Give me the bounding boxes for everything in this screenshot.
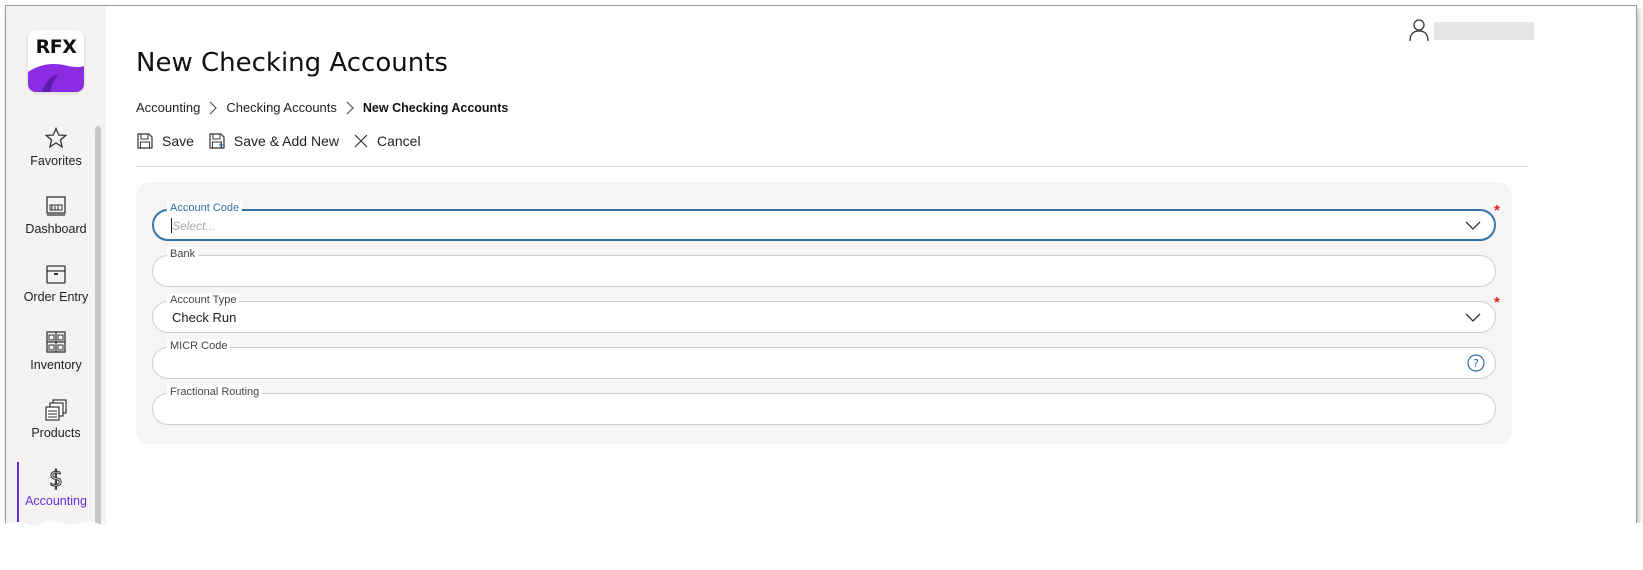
user-menu[interactable] (1406, 16, 1536, 44)
account-code-select[interactable]: Account Code Select... (152, 201, 1496, 241)
account-type-value: Check Run (172, 310, 237, 325)
toolbar-divider (136, 166, 1528, 167)
required-marker: * (1494, 202, 1500, 219)
sidebar-item-favorites[interactable]: Favorites (6, 126, 106, 190)
save-add-new-button[interactable]: Save & Add New (208, 132, 339, 150)
toolbar: Save Save & Add New Cancel (136, 132, 421, 150)
cancel-label: Cancel (376, 133, 421, 149)
sidebar-item-label: Products (31, 426, 81, 440)
sidebar-item-label: Inventory (30, 358, 82, 372)
breadcrumb-link-accounting[interactable]: Accounting (136, 100, 200, 115)
sidebar-item-products[interactable]: Products (6, 398, 106, 462)
shelves-icon (46, 331, 66, 353)
bank-label: Bank (167, 247, 199, 261)
star-icon (44, 126, 68, 149)
save-button[interactable]: Save (136, 132, 194, 150)
chevron-down-icon[interactable] (1465, 310, 1481, 324)
torn-edge (0, 519, 1643, 570)
save-icon (137, 133, 153, 149)
save-label: Save (162, 133, 194, 149)
svg-text:$: $ (49, 467, 63, 490)
logo-swoosh-icon (28, 64, 84, 92)
chevron-right-icon (346, 101, 354, 114)
fractional-routing-label: Fractional Routing (167, 385, 263, 399)
form-panel: Account Code Select... * Bank Account Ty… (136, 182, 1512, 444)
save-add-icon (209, 133, 225, 149)
breadcrumb: Accounting Checking Accounts New Checkin… (136, 100, 508, 115)
micr-code-label: MICR Code (167, 339, 231, 353)
save-add-new-label: Save & Add New (233, 133, 339, 149)
sidebar: RFX Favorites Dashboard Order Entry Inve… (6, 6, 106, 554)
breadcrumb-current: New Checking Accounts (362, 100, 509, 115)
sidebar-item-label: Favorites (30, 154, 82, 168)
app-window: RFX Favorites Dashboard Order Entry Inve… (6, 6, 1636, 554)
cancel-button[interactable]: Cancel (353, 133, 421, 149)
user-name-redacted (1434, 22, 1534, 40)
dashboard-icon (46, 196, 66, 216)
account-code-placeholder: Select... (172, 219, 216, 233)
sidebar-item-label: Order Entry (23, 290, 89, 304)
products-icon (45, 399, 67, 421)
account-type-select[interactable]: Account Type Check Run (152, 293, 1496, 333)
sidebar-item-order-entry[interactable]: Order Entry (6, 262, 106, 326)
close-icon (354, 134, 368, 148)
sidebar-item-inventory[interactable]: Inventory (6, 330, 106, 394)
chevron-right-icon (209, 101, 218, 114)
account-type-label: Account Type (167, 293, 240, 307)
user-icon (1409, 19, 1429, 42)
sidebar-item-label: Accounting (25, 494, 87, 508)
breadcrumb-link-checking-accounts[interactable]: Checking Accounts (226, 100, 337, 115)
svg-text:?: ? (1473, 357, 1479, 370)
chevron-down-icon[interactable] (1465, 218, 1481, 232)
sidebar-item-label: Dashboard (25, 222, 87, 236)
fractional-routing-field[interactable]: Fractional Routing (152, 385, 1496, 425)
help-icon[interactable]: ? (1467, 354, 1485, 372)
page-title: New Checking Accounts (136, 48, 448, 78)
sidebar-item-dashboard[interactable]: Dashboard (6, 194, 106, 258)
app-logo[interactable]: RFX (28, 30, 84, 92)
bank-field[interactable]: Bank (152, 247, 1496, 287)
account-code-label: Account Code (167, 201, 243, 215)
dollar-icon: $ (49, 467, 64, 491)
micr-code-field[interactable]: MICR Code ? (152, 339, 1496, 379)
required-marker: * (1494, 294, 1500, 311)
box-icon (46, 265, 66, 284)
